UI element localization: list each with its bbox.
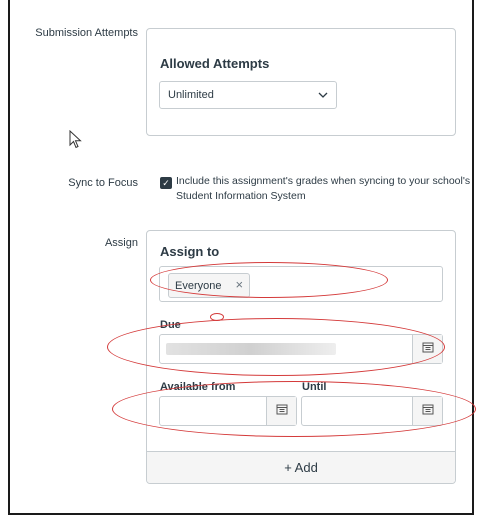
allowed-attempts-card: Allowed Attempts Unlimited — [146, 28, 456, 136]
sync-grades-checkbox[interactable]: ✓ — [160, 177, 172, 189]
annotation-ellipse-available — [112, 381, 476, 437]
annotation-ellipse-due — [107, 318, 445, 376]
chevron-down-icon — [318, 82, 328, 119]
allowed-attempts-title: Allowed Attempts — [160, 56, 270, 71]
add-assignee-button[interactable]: + Add — [147, 451, 455, 483]
mouse-pointer-icon — [69, 129, 83, 155]
annotation-ellipse-assign-to — [150, 262, 388, 298]
assign-to-title: Assign to — [160, 244, 220, 259]
assign-label: Assign — [104, 237, 138, 249]
submission-attempts-label: Submission Attempts — [35, 27, 138, 39]
sync-to-focus-label: Sync to Focus — [68, 177, 138, 189]
allowed-attempts-select[interactable]: Unlimited — [159, 81, 337, 109]
allowed-attempts-value: Unlimited — [168, 89, 214, 101]
sync-grades-text: Include this assignment's grades when sy… — [176, 175, 471, 202]
settings-panel: Submission Attempts Allowed Attempts Unl… — [8, 0, 474, 515]
